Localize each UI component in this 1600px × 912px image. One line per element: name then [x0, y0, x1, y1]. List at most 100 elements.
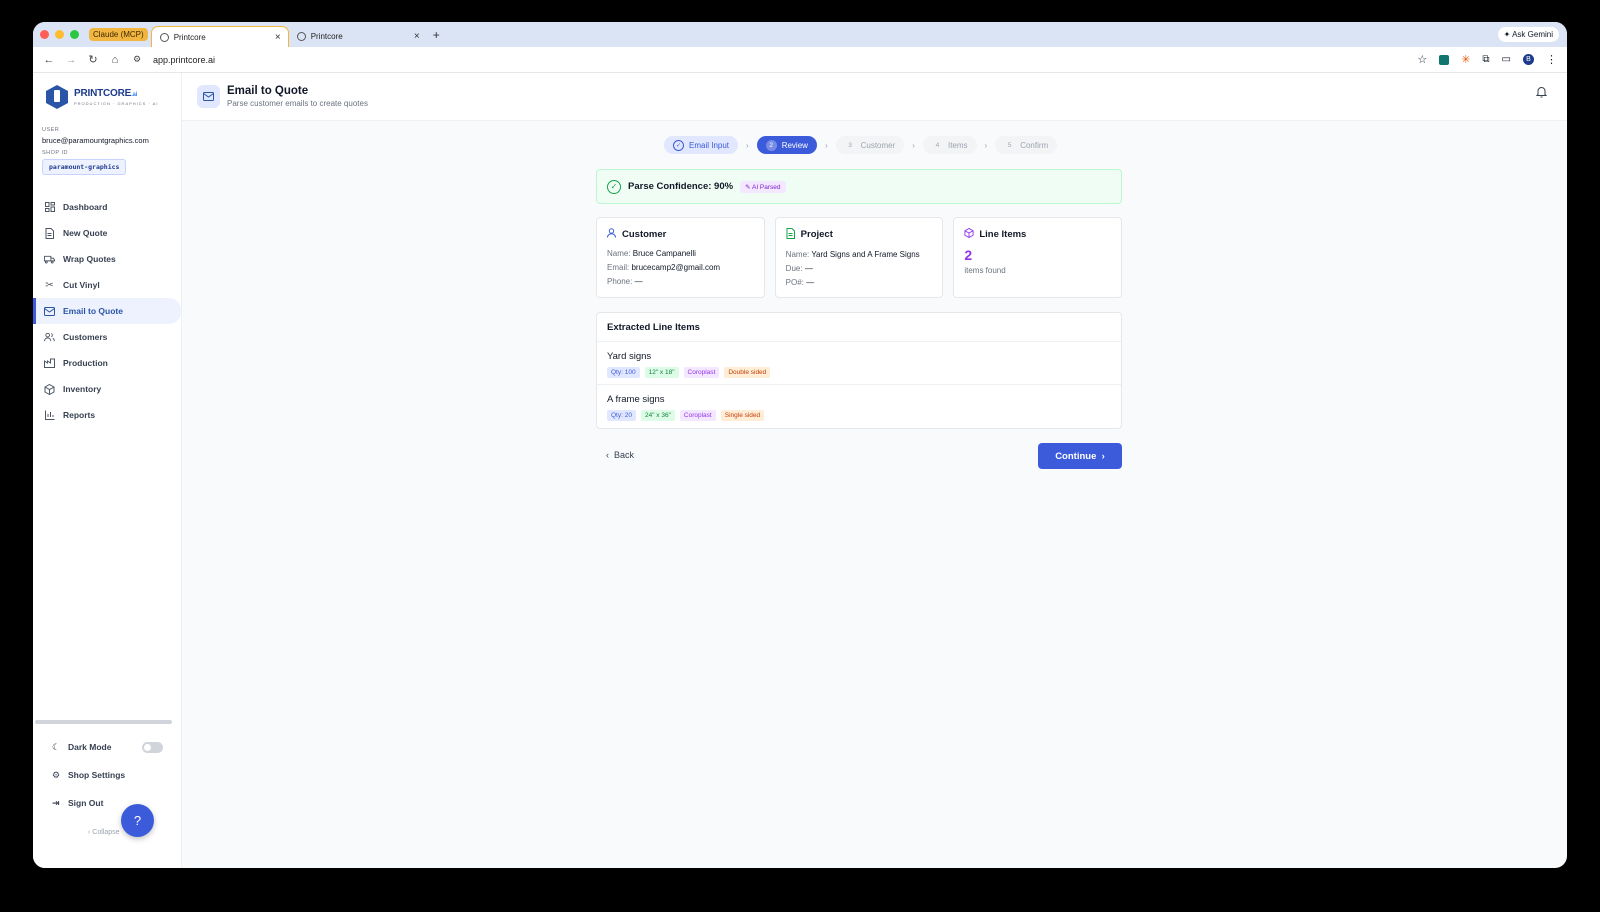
- review-panel: ✓ Parse Confidence: 90% ✎ AI Parsed Cust…: [596, 169, 1123, 469]
- sidebar-item-label: Email to Quote: [63, 306, 123, 316]
- phone-label: Phone:: [607, 277, 633, 286]
- sidebar-item-cut-vinyl[interactable]: ✂ Cut Vinyl: [33, 272, 181, 298]
- browser-tab-active[interactable]: Printcore ×: [150, 26, 289, 47]
- sidebar-item-label: Customers: [63, 332, 108, 342]
- close-tab-icon[interactable]: ×: [275, 32, 281, 43]
- sidebar: PRINTCORE.ai PRODUCTION · GRAPHICS · AI …: [33, 73, 182, 868]
- shop-settings-button[interactable]: ⚙ Shop Settings: [33, 761, 181, 789]
- printcore-logo[interactable]: PRINTCORE.ai PRODUCTION · GRAPHICS · AI: [46, 85, 181, 109]
- step-number: 3: [848, 141, 852, 149]
- continue-button[interactable]: Continue ›: [1038, 443, 1122, 469]
- project-po: —: [806, 278, 815, 287]
- gear-icon: ⚙: [52, 769, 61, 780]
- tab-group-label[interactable]: Claude (MCP): [89, 28, 148, 41]
- logo-hex-icon: [46, 85, 68, 109]
- sidebar-item-wrap-quotes[interactable]: Wrap Quotes: [33, 246, 181, 272]
- customer-phone: —: [634, 277, 643, 286]
- tab-title: Printcore: [310, 32, 343, 41]
- sidebar-item-label: New Quote: [63, 228, 108, 238]
- page-title: Email to Quote: [227, 85, 309, 97]
- chevron-right-icon: ›: [824, 140, 828, 150]
- main-content: Email to Quote Parse customer emails to …: [182, 73, 1567, 868]
- dark-mode-toggle[interactable]: [142, 741, 163, 753]
- name-label: Name:: [607, 249, 631, 258]
- step-review[interactable]: 2 Review: [756, 136, 817, 154]
- profile-avatar[interactable]: B: [1523, 54, 1534, 65]
- step-label: Email Input: [689, 140, 730, 150]
- sidebar-item-label: Inventory: [63, 384, 102, 394]
- sidebar-scrollbar[interactable]: [35, 720, 172, 724]
- home-icon[interactable]: ⌂: [109, 54, 121, 66]
- extension-claude-icon[interactable]: ✳: [1461, 53, 1470, 66]
- address-bar: ← → ↻ ⌂ ⚙ app.printcore.ai ☆ ✳ ⧉ ▭ B ⋮: [33, 47, 1567, 73]
- customer-name: Bruce Campanelli: [632, 249, 696, 258]
- box-icon: [44, 383, 55, 395]
- browser-tab[interactable]: Printcore ×: [289, 26, 427, 47]
- step-customer: 3 Customer: [835, 136, 905, 154]
- step-number: 2: [765, 139, 777, 151]
- sidebar-nav: Dashboard New Quote Wrap Quotes ✂ Cut Vi…: [33, 194, 181, 428]
- sidebar-item-customers[interactable]: Customers: [33, 324, 181, 350]
- step-confirm: 5 Confirm: [995, 136, 1058, 154]
- sidebar-item-new-quote[interactable]: New Quote: [33, 220, 181, 246]
- new-tab-button[interactable]: +: [433, 28, 440, 42]
- sidebar-item-production[interactable]: Production: [33, 350, 181, 376]
- sidebar-item-email-to-quote[interactable]: Email to Quote: [33, 298, 181, 324]
- line-items-count: 2: [964, 247, 973, 263]
- page-subtitle: Parse customer emails to create quotes: [227, 99, 368, 108]
- sidebar-item-label: Wrap Quotes: [63, 254, 116, 264]
- extension-d-icon[interactable]: [1439, 54, 1450, 65]
- reload-icon[interactable]: ↻: [87, 53, 99, 66]
- chevron-right-icon: ›: [984, 140, 988, 150]
- line-item-name: A frame signs: [607, 394, 665, 405]
- tab-strip: Claude (MCP) Printcore × Printcore × + ✦…: [33, 22, 1567, 47]
- ask-gemini-button[interactable]: ✦ Ask Gemini: [1497, 27, 1559, 42]
- step-label: Confirm: [1020, 140, 1049, 150]
- line-items-card-title: Line Items: [979, 228, 1027, 240]
- shop-id-badge: paramount-graphics: [42, 159, 127, 175]
- close-tab-icon[interactable]: ×: [414, 31, 420, 42]
- window-controls: [40, 30, 79, 39]
- bookmark-star-icon[interactable]: ☆: [1417, 53, 1427, 66]
- back-arrow-icon[interactable]: ←: [43, 54, 55, 66]
- url-input[interactable]: app.printcore.ai: [153, 55, 215, 65]
- maximize-window-button[interactable]: [70, 30, 79, 39]
- back-button[interactable]: ‹ Back: [606, 450, 634, 460]
- ai-parsed-badge: ✎ AI Parsed: [740, 180, 786, 193]
- parse-confidence-banner: ✓ Parse Confidence: 90% ✎ AI Parsed: [596, 169, 1122, 204]
- document-icon: [786, 228, 796, 241]
- grid-icon: [44, 202, 55, 213]
- tab-title: Printcore: [173, 32, 206, 42]
- project-due: —: [804, 264, 813, 273]
- material-chip: Coroplast: [679, 410, 716, 421]
- box-icon: [964, 227, 974, 240]
- close-window-button[interactable]: [40, 30, 49, 39]
- line-items-caption: items found: [964, 266, 1006, 275]
- chart-icon: [44, 410, 55, 421]
- site-settings-icon[interactable]: ⚙: [131, 54, 143, 65]
- ai-parsed-label: AI Parsed: [751, 183, 781, 191]
- step-email-input[interactable]: ✓ Email Input: [664, 136, 739, 154]
- name-label: Name:: [785, 250, 810, 259]
- mail-icon: [197, 85, 220, 108]
- minimize-window-button[interactable]: [55, 30, 64, 39]
- user-email: bruce@paramountgraphics.com: [42, 136, 149, 145]
- bell-icon[interactable]: [1535, 85, 1548, 103]
- size-chip: 24" x 36": [640, 410, 675, 421]
- sidebar-item-reports[interactable]: Reports: [33, 402, 181, 428]
- extensions-puzzle-icon[interactable]: ⧉: [1482, 54, 1489, 65]
- sign-out-button[interactable]: ⇥ Sign Out: [33, 789, 181, 817]
- sidebar-item-inventory[interactable]: Inventory: [33, 376, 181, 402]
- chevron-right-icon: ›: [912, 140, 915, 150]
- browser-menu-icon[interactable]: ⋮: [1546, 53, 1557, 66]
- step-items: 4 Items: [922, 136, 977, 154]
- cast-icon[interactable]: ▭: [1502, 54, 1511, 65]
- collapse-label: Collapse: [92, 829, 120, 836]
- help-button[interactable]: ?: [121, 804, 154, 837]
- forward-arrow-icon[interactable]: →: [65, 54, 77, 66]
- dark-mode-row: ☾ Dark Mode: [33, 733, 181, 761]
- project-name: Yard Signs and A Frame Signs: [811, 250, 920, 259]
- customer-email: brucecamp2@gmail.com: [631, 263, 721, 272]
- collapse-sidebar-button[interactable]: ‹ Collapse: [88, 829, 120, 836]
- sidebar-item-dashboard[interactable]: Dashboard: [33, 194, 181, 220]
